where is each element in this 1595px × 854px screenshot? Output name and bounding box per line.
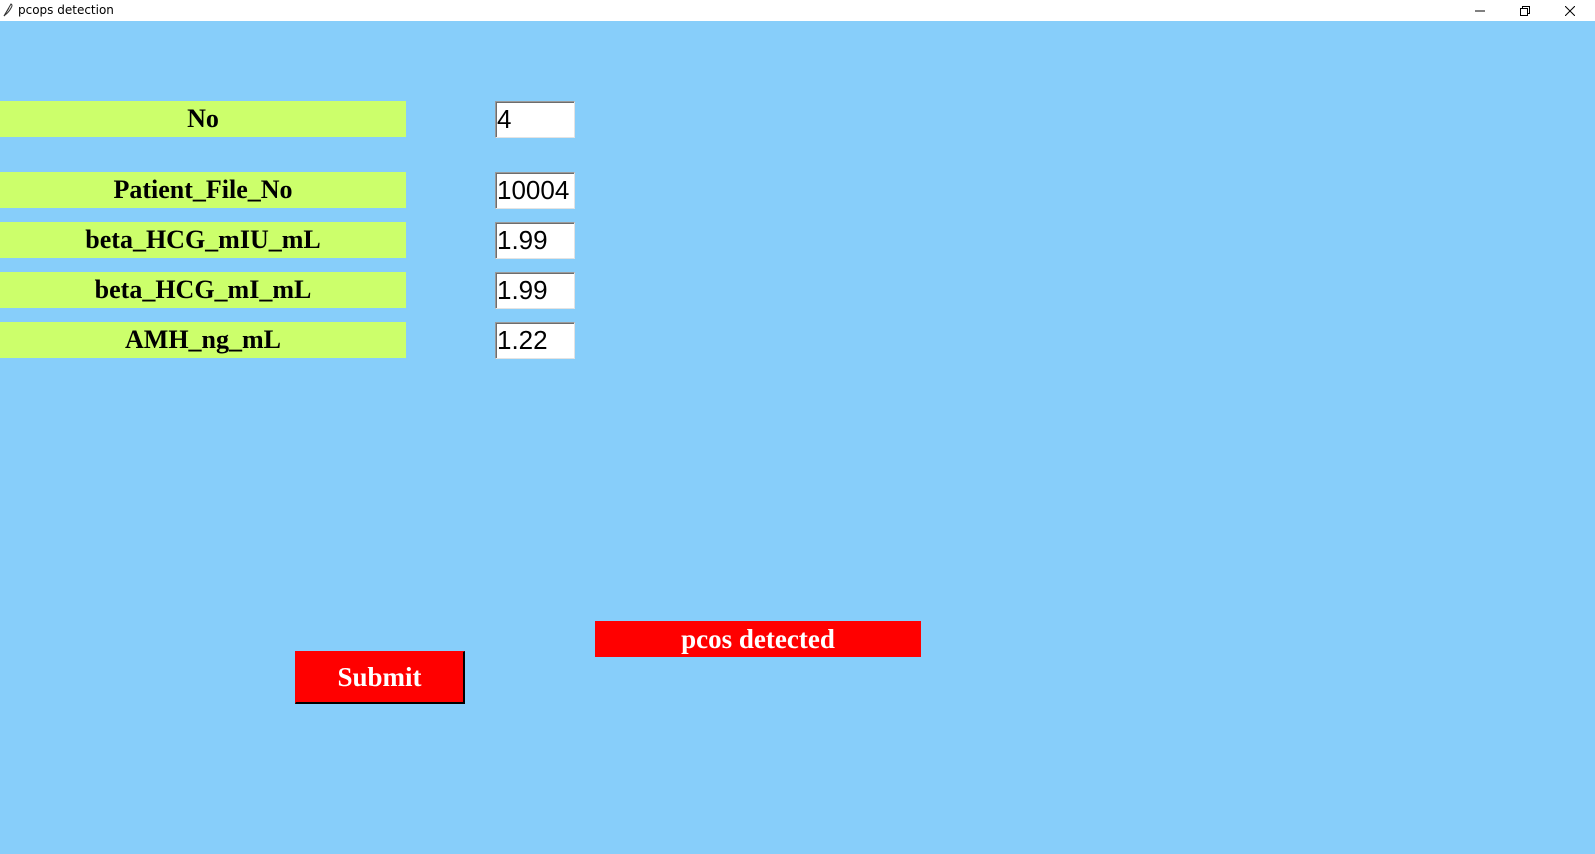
- patient-file-no-input[interactable]: [495, 172, 575, 209]
- title-bar: pcops detection: [0, 0, 1595, 21]
- no-label: No: [0, 101, 406, 137]
- minimize-button[interactable]: [1457, 0, 1503, 21]
- result-label: pcos detected: [595, 621, 921, 657]
- no-input[interactable]: [495, 101, 575, 138]
- beta-hcg-miu-ml-input[interactable]: [495, 222, 575, 259]
- beta-hcg-miu-ml-label: beta_HCG_mIU_mL: [0, 222, 406, 258]
- restore-icon: [1520, 5, 1530, 16]
- window-title: pcops detection: [18, 3, 114, 17]
- patient-file-no-label: Patient_File_No: [0, 172, 406, 208]
- beta-hcg-mi-ml-input[interactable]: [495, 272, 575, 309]
- restore-button[interactable]: [1502, 0, 1548, 21]
- minimize-icon: [1475, 6, 1485, 16]
- close-button[interactable]: [1547, 0, 1593, 21]
- close-icon: [1565, 5, 1575, 16]
- submit-button[interactable]: Submit: [295, 651, 465, 704]
- feather-icon: [3, 3, 13, 17]
- amh-ng-ml-input[interactable]: [495, 322, 575, 359]
- amh-ng-ml-label: AMH_ng_mL: [0, 322, 406, 358]
- beta-hcg-mi-ml-label: beta_HCG_mI_mL: [0, 272, 406, 308]
- form-area: No Patient_File_No beta_HCG_mIU_mL beta_…: [0, 21, 1595, 854]
